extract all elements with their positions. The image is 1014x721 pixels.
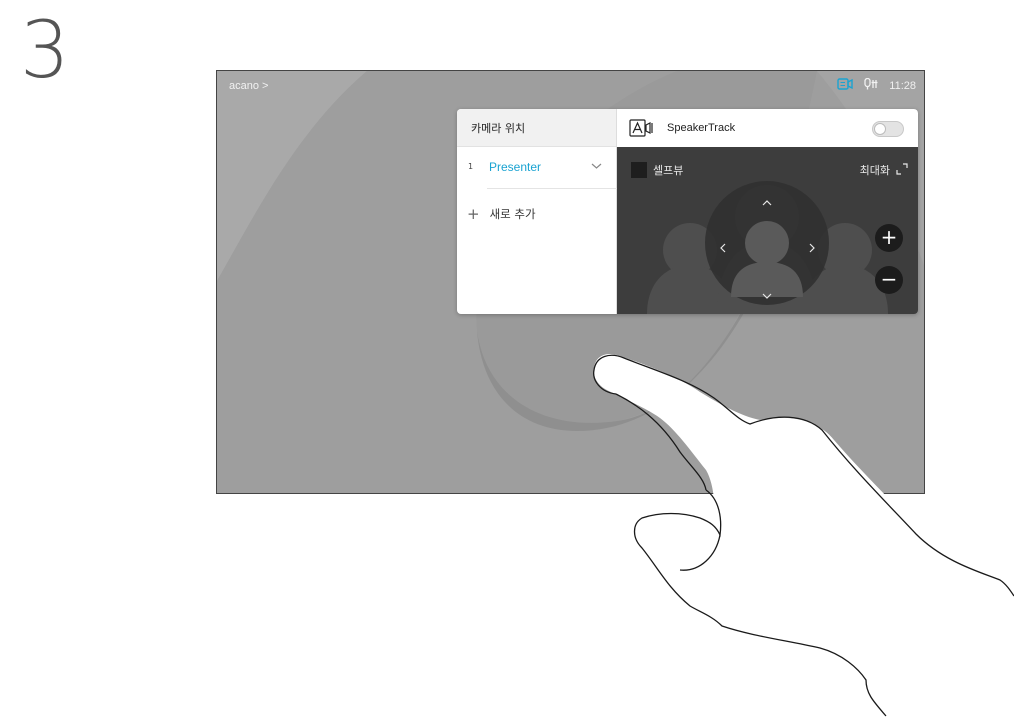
pointing-hand-illustration: [593, 354, 1014, 721]
